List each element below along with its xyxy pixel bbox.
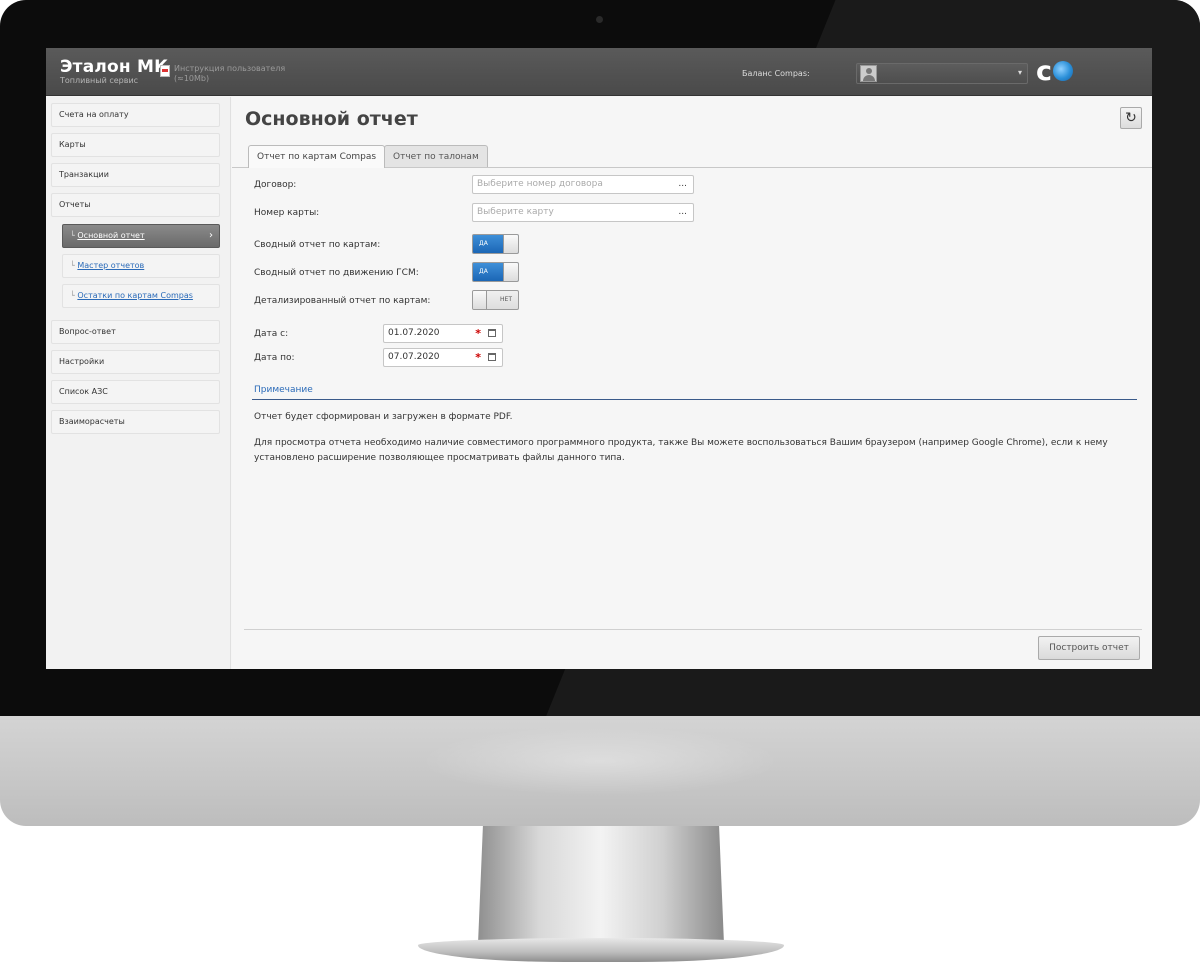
toggle-state-label: ДА xyxy=(479,268,488,275)
toggle-knob xyxy=(503,235,518,253)
user-manual-label[interactable]: Инструкция пользователя xyxy=(174,64,285,74)
required-mark: * xyxy=(475,351,481,364)
sidebar-item-main-report[interactable]: └ Основной отчет › xyxy=(62,224,220,248)
tree-prefix: └ xyxy=(70,261,75,270)
footer-divider xyxy=(244,629,1142,630)
sidebar-item-settings[interactable]: Настройки xyxy=(51,350,220,374)
user-manual-link[interactable]: Инструкция пользователя (≈10Mb) xyxy=(174,64,285,84)
toggle-state-label: НЕТ xyxy=(500,296,512,303)
sidebar-item-reports[interactable]: Отчеты xyxy=(51,193,220,217)
note-divider xyxy=(252,399,1137,400)
date-to-value: 07.07.2020 xyxy=(388,352,440,362)
date-from-field[interactable]: 01.07.2020 * xyxy=(383,324,503,343)
card-number-field[interactable]: Выберите карту ... xyxy=(472,203,694,222)
date-from-value: 01.07.2020 xyxy=(388,328,440,338)
sidebar: Счета на оплату Карты Транзакции Отчеты … xyxy=(46,97,231,669)
required-mark: * xyxy=(475,327,481,340)
contract-field[interactable]: Выберите номер договора ... xyxy=(472,175,694,194)
sidebar-item-label[interactable]: Основной отчет xyxy=(77,231,144,240)
logo-letter-c: c xyxy=(1036,56,1052,87)
card-number-placeholder: Выберите карту xyxy=(477,207,554,217)
tree-prefix: └ xyxy=(70,231,75,240)
app-screen: Эталон МК Топливный сервис Инструкция по… xyxy=(46,48,1152,669)
main-content: Основной отчет ↻ Отчет по картам Compas … xyxy=(232,97,1152,669)
sidebar-item-settlements[interactable]: Взаиморасчеты xyxy=(51,410,220,434)
summary-cards-toggle[interactable]: ДА xyxy=(472,234,519,254)
chevron-right-icon: › xyxy=(209,230,213,241)
sidebar-item-label[interactable]: Остатки по картам Compas xyxy=(77,291,193,300)
app-subtitle: Топливный сервис xyxy=(60,76,139,85)
date-to-label: Дата по: xyxy=(254,353,295,363)
user-manual-size: (≈10Mb) xyxy=(174,74,210,83)
pdf-icon[interactable] xyxy=(160,65,170,77)
monitor-stand-neck xyxy=(478,826,724,944)
logo-globe-icon xyxy=(1052,61,1073,81)
user-avatar-icon xyxy=(860,65,877,82)
sidebar-item-invoices[interactable]: Счета на оплату xyxy=(51,103,220,127)
contract-placeholder: Выберите номер договора xyxy=(477,179,603,189)
calendar-icon[interactable] xyxy=(488,353,496,361)
contract-picker-button[interactable]: ... xyxy=(678,176,687,193)
top-bar: Эталон МК Топливный сервис Инструкция по… xyxy=(46,48,1152,119)
toggle-state-label: ДА xyxy=(479,240,488,247)
build-report-button[interactable]: Построить отчет xyxy=(1038,636,1140,660)
contract-label: Договор: xyxy=(254,180,297,190)
page-title: Основной отчет xyxy=(245,108,418,130)
summary-cards-label: Сводный отчет по картам: xyxy=(254,240,381,250)
date-to-field[interactable]: 07.07.2020 * xyxy=(383,348,503,367)
sidebar-item-compas-balances[interactable]: └ Остатки по картам Compas xyxy=(62,284,220,308)
monitor-stand-foot xyxy=(418,938,784,962)
balance-label: Баланс Compas: xyxy=(742,69,810,78)
note-text-format: Отчет будет сформирован и загружен в фор… xyxy=(254,412,513,422)
date-from-label: Дата с: xyxy=(254,329,289,339)
toggle-knob xyxy=(503,263,518,281)
sidebar-item-report-wizard[interactable]: └ Мастер отчетов xyxy=(62,254,220,278)
sidebar-item-gas-stations[interactable]: Список АЗС xyxy=(51,380,220,404)
monitor-chin xyxy=(0,716,1200,826)
summary-fuel-label: Сводный отчет по движению ГСМ: xyxy=(254,268,419,278)
note-text-viewer: Для просмотра отчета необходимо наличие … xyxy=(254,438,1108,463)
tree-prefix: └ xyxy=(70,291,75,300)
detailed-cards-toggle[interactable]: НЕТ xyxy=(472,290,519,310)
calendar-icon[interactable] xyxy=(488,329,496,337)
sidebar-item-label[interactable]: Мастер отчетов xyxy=(77,261,144,270)
camera-dot xyxy=(596,16,603,23)
detailed-cards-label: Детализированный отчет по картам: xyxy=(254,296,431,306)
user-select[interactable]: ▾ xyxy=(856,63,1028,84)
note-heading: Примечание xyxy=(254,385,313,395)
sidebar-item-faq[interactable]: Вопрос-ответ xyxy=(51,320,220,344)
card-picker-button[interactable]: ... xyxy=(678,204,687,221)
app-title[interactable]: Эталон МК xyxy=(60,57,168,77)
toggle-knob xyxy=(473,291,487,309)
tab-coupons-report[interactable]: Отчет по талонам xyxy=(384,145,488,167)
summary-fuel-toggle[interactable]: ДА xyxy=(472,262,519,282)
refresh-button[interactable]: ↻ xyxy=(1120,107,1142,129)
sidebar-item-cards[interactable]: Карты xyxy=(51,133,220,157)
sidebar-item-transactions[interactable]: Транзакции xyxy=(51,163,220,187)
tab-compas-cards-report[interactable]: Отчет по картам Compas xyxy=(248,145,386,168)
chevron-down-icon[interactable]: ▾ xyxy=(1018,68,1022,77)
refresh-icon: ↻ xyxy=(1125,110,1137,126)
card-number-label: Номер карты: xyxy=(254,208,320,218)
